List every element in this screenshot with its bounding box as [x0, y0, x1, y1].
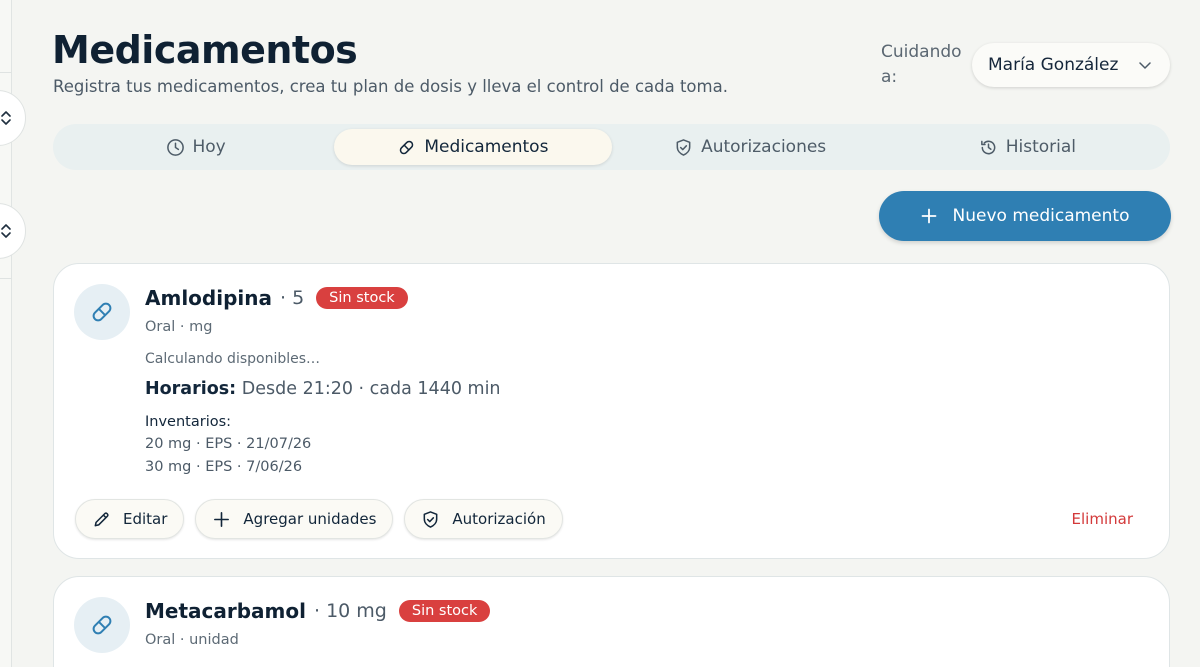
- inventory-item: 20 mg · EPS · 21/07/26: [145, 436, 312, 452]
- chevron-updown-icon: [1, 111, 11, 125]
- tab-label: Historial: [1005, 137, 1077, 157]
- edit-label: Editar: [123, 510, 168, 528]
- patient-select-value: María González: [988, 55, 1119, 75]
- add-units-label: Agregar unidades: [243, 510, 377, 528]
- medication-header: Metacarbamol · 10 mg Sin stock: [145, 599, 491, 623]
- tab-autorizaciones[interactable]: Autorizaciones: [612, 129, 889, 165]
- expand-toggle-button[interactable]: [0, 90, 26, 146]
- schedule: Horarios: Desde 21:20 · cada 1440 min: [145, 379, 501, 399]
- shield-check-icon: [676, 138, 691, 156]
- status-badge: Sin stock: [316, 287, 408, 309]
- pill-icon: [92, 615, 112, 635]
- authorization-button[interactable]: Autorización: [404, 499, 563, 539]
- new-medication-button[interactable]: Nuevo medicamento: [879, 191, 1171, 241]
- tab-label: Hoy: [192, 137, 226, 157]
- page-title: Medicamentos: [52, 28, 358, 72]
- medication-dose: · 5: [280, 287, 305, 309]
- page-subtitle: Registra tus medicamentos, crea tu plan …: [53, 77, 728, 96]
- schedule-label: Horarios:: [145, 379, 237, 399]
- add-units-button[interactable]: Agregar unidades: [195, 499, 394, 539]
- authorization-label: Autorización: [452, 510, 546, 528]
- caring-label: Cuidando a:: [881, 42, 962, 87]
- medication-avatar: [74, 284, 130, 340]
- tab-medicamentos[interactable]: Medicamentos: [334, 129, 612, 165]
- delete-button[interactable]: Eliminar: [1072, 510, 1133, 528]
- expand-toggle-button[interactable]: [0, 203, 26, 259]
- new-medication-label: Nuevo medicamento: [952, 206, 1130, 226]
- medication-card: Metacarbamol · 10 mg Sin stock Oral · un…: [53, 576, 1170, 667]
- inventory-title: Inventarios:: [145, 414, 232, 430]
- medication-card: Amlodipina · 5 Sin stock Oral · mg Calcu…: [53, 263, 1170, 559]
- edit-button[interactable]: Editar: [75, 499, 185, 539]
- medication-name: Amlodipina: [145, 286, 272, 310]
- status-badge: Sin stock: [398, 600, 491, 622]
- history-icon: [980, 140, 996, 154]
- chevron-updown-icon: [1, 224, 11, 238]
- pill-icon: [92, 302, 112, 322]
- tab-hoy[interactable]: Hoy: [57, 129, 334, 165]
- chevron-down-icon: [1139, 62, 1151, 69]
- tab-label: Autorizaciones: [701, 137, 827, 157]
- medication-dose: · 10 mg: [314, 600, 387, 622]
- medication-avatar: [74, 597, 130, 653]
- rail-divider: [0, 278, 12, 279]
- tab-label: Medicamentos: [424, 137, 549, 157]
- rail-divider: [0, 72, 12, 73]
- medication-header: Amlodipina · 5 Sin stock: [145, 286, 408, 310]
- plus-icon: [214, 511, 230, 527]
- schedule-value: Desde 21:20 · cada 1440 min: [241, 379, 501, 399]
- clock-icon: [166, 138, 184, 156]
- section-tabs: Hoy Medicamentos Autorizaciones Historia…: [53, 124, 1170, 170]
- plus-icon: [921, 208, 936, 224]
- inventory-item: 30 mg · EPS · 7/06/26: [145, 459, 303, 475]
- availability-status: Calculando disponibles…: [145, 351, 321, 367]
- tab-historial[interactable]: Historial: [889, 129, 1166, 165]
- shield-check-icon: [423, 510, 438, 528]
- medication-route: Oral · unidad: [145, 632, 239, 648]
- medication-route: Oral · mg: [145, 319, 213, 335]
- patient-select[interactable]: María González: [972, 43, 1170, 87]
- pill-icon: [400, 140, 414, 154]
- card-actions: Editar Agregar unidades Autorización: [75, 499, 563, 539]
- pencil-icon: [94, 511, 109, 526]
- medication-name: Metacarbamol: [145, 599, 306, 623]
